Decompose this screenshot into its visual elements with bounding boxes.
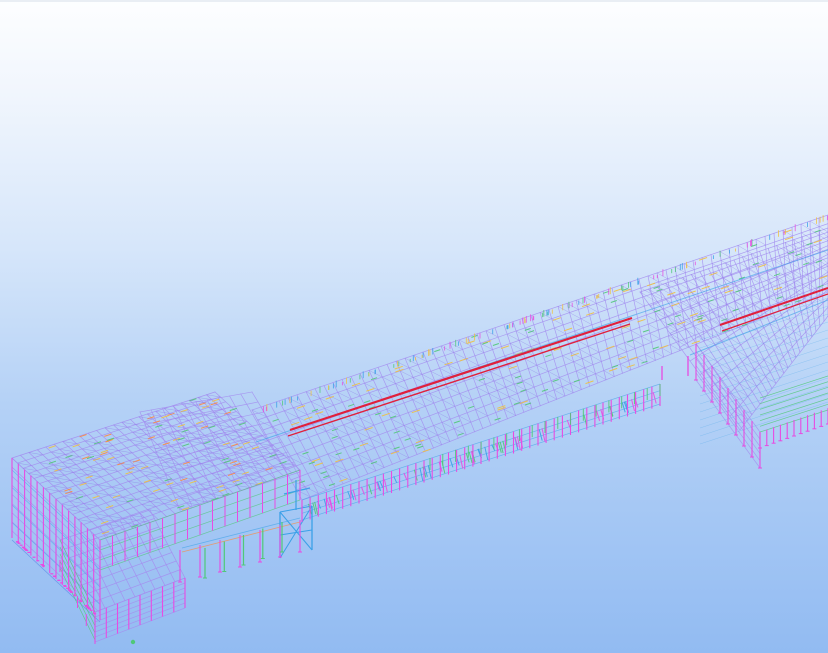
column-members — [11, 344, 828, 644]
frame-members — [181, 249, 828, 559]
steel-structure-model[interactable] — [0, 0, 828, 653]
beam-members — [11, 214, 828, 613]
3d-viewport[interactable] — [0, 0, 828, 653]
origin-marker — [130, 639, 136, 645]
